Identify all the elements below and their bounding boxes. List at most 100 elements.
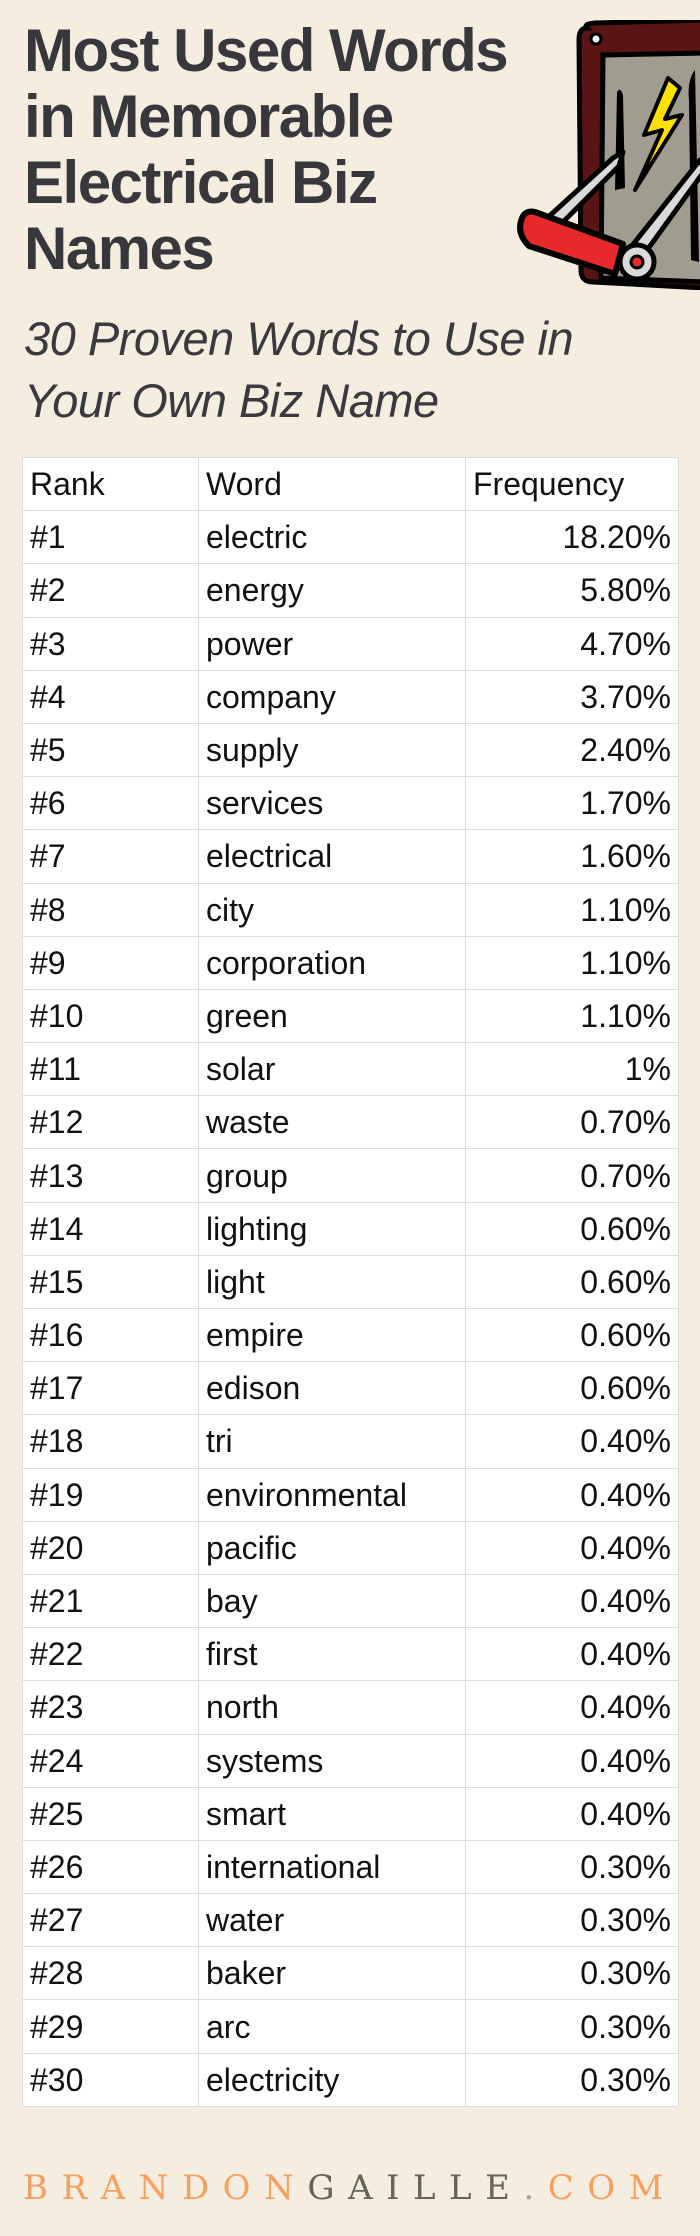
word-cell: first — [198, 1627, 466, 1682]
frequency-cell: 0.40% — [465, 1467, 679, 1522]
rank-cell: #28 — [22, 1946, 199, 2001]
frequency-cell: 0.70% — [465, 1148, 679, 1203]
rank-cell: #22 — [22, 1627, 199, 1682]
rank-cell: #16 — [22, 1307, 199, 1363]
frequency-cell: 0.30% — [465, 1893, 679, 1948]
frequency-cell: 3.70% — [465, 669, 679, 724]
word-cell: supply — [198, 722, 466, 778]
word-cell: pacific — [198, 1520, 466, 1575]
table-row: #19 environmental 0.40% — [22, 1467, 679, 1522]
rank-cell: #29 — [22, 1999, 199, 2054]
rank-cell: #11 — [22, 1042, 199, 1097]
page-subtitle: 30 Proven Words to Use in Your Own Biz N… — [24, 308, 684, 432]
rank-cell: #23 — [22, 1680, 199, 1735]
rank-cell: #17 — [22, 1361, 199, 1416]
word-cell: empire — [198, 1307, 466, 1363]
table-row: #23 north 0.40% — [22, 1680, 679, 1735]
brand-footer: BRANDONGAILLE.COM — [0, 2168, 700, 2208]
rank-cell: #26 — [22, 1839, 199, 1895]
frequency-cell: 0.60% — [465, 1361, 679, 1416]
brand-text-dot: . — [523, 2168, 548, 2208]
word-cell: company — [198, 669, 466, 724]
frequency-cell: 5.80% — [465, 563, 679, 618]
word-cell: bay — [198, 1573, 466, 1629]
frequency-cell: 0.40% — [465, 1520, 679, 1575]
table-body: #1 electric 18.20% #2 energy 5.80% #3 power 4.70… — [22, 510, 679, 2107]
table-row: #1 electric 18.20% — [22, 510, 679, 565]
word-cell: electric — [198, 510, 466, 565]
table-row: #9 corporation 1.10% — [22, 935, 679, 990]
frequency-cell: 0.40% — [465, 1573, 679, 1629]
table-row: #30 electricity 0.30% — [22, 2052, 679, 2107]
word-cell: north — [198, 1680, 466, 1735]
word-cell: corporation — [198, 935, 466, 990]
brand-text-part: GAILLE — [307, 2168, 524, 2208]
word-cell: energy — [198, 563, 466, 618]
word-cell: services — [198, 776, 466, 831]
rank-cell: #27 — [22, 1893, 199, 1948]
rank-cell: #15 — [22, 1254, 199, 1310]
switch-pivot-center — [629, 254, 645, 270]
frame-screw — [589, 32, 603, 46]
column-header-rank: Rank — [22, 456, 199, 512]
word-cell: systems — [198, 1733, 466, 1788]
word-cell: baker — [198, 1946, 466, 2001]
word-cell: smart — [198, 1786, 466, 1841]
table-row: #16 empire 0.60% — [22, 1307, 679, 1363]
table-row: #3 power 4.70% — [22, 616, 679, 671]
word-cell: international — [198, 1839, 466, 1895]
column-header-word: Word — [198, 456, 466, 512]
word-cell: group — [198, 1148, 466, 1203]
table-row: #26 international 0.30% — [22, 1839, 679, 1895]
rank-cell: #25 — [22, 1786, 199, 1841]
word-cell: environmental — [198, 1467, 466, 1522]
frequency-cell: 0.40% — [465, 1680, 679, 1735]
rank-cell: #3 — [22, 616, 199, 671]
rank-cell: #14 — [22, 1201, 199, 1256]
frequency-cell: 1% — [465, 1042, 679, 1097]
frequency-cell: 18.20% — [465, 510, 679, 565]
word-cell: city — [198, 882, 466, 937]
table-row: #10 green 1.10% — [22, 988, 679, 1044]
rank-cell: #5 — [22, 722, 199, 778]
table-row: #11 solar 1% — [22, 1042, 679, 1097]
table-row: #6 services 1.70% — [22, 776, 679, 831]
word-frequency-table: Rank Word Frequency #1 electric 18.20% #2 en… — [22, 456, 679, 2107]
table-row: #22 first 0.40% — [22, 1627, 679, 1682]
table-row: #12 waste 0.70% — [22, 1095, 679, 1150]
frequency-cell: 1.60% — [465, 829, 679, 884]
word-cell: edison — [198, 1361, 466, 1416]
word-cell: electrical — [198, 829, 466, 884]
rank-cell: #13 — [22, 1148, 199, 1203]
frequency-cell: 0.40% — [465, 1786, 679, 1841]
brand-text-part: BRANDON — [23, 2168, 308, 2208]
frequency-cell: 0.30% — [465, 2052, 679, 2107]
rank-cell: #2 — [22, 563, 199, 618]
title-line: Electrical Biz — [24, 149, 378, 216]
frequency-cell: 0.40% — [465, 1414, 679, 1469]
table-row: #15 light 0.60% — [22, 1254, 679, 1310]
table-row: #29 arc 0.30% — [22, 1999, 679, 2054]
word-cell: lighting — [198, 1201, 466, 1256]
rank-cell: #4 — [22, 669, 199, 724]
table-row: #2 energy 5.80% — [22, 563, 679, 618]
table-row: #17 edison 0.60% — [22, 1361, 679, 1416]
frequency-cell: 0.30% — [465, 1946, 679, 2001]
word-cell: arc — [198, 1999, 466, 2054]
frequency-cell: 1.10% — [465, 935, 679, 990]
table-row: #7 electrical 1.60% — [22, 829, 679, 884]
table-row: #24 systems 0.40% — [22, 1733, 679, 1788]
electrical-knife-switch-icon — [517, 20, 700, 290]
rank-cell: #7 — [22, 829, 199, 884]
rank-cell: #19 — [22, 1467, 199, 1522]
frequency-cell: 0.30% — [465, 1999, 679, 2054]
rank-cell: #8 — [22, 882, 199, 937]
table-row: #20 pacific 0.40% — [22, 1520, 679, 1575]
word-cell: waste — [198, 1095, 466, 1150]
table-row: #25 smart 0.40% — [22, 1786, 679, 1841]
table-row: #18 tri 0.40% — [22, 1414, 679, 1469]
word-cell: water — [198, 1893, 466, 1948]
rank-cell: #20 — [22, 1520, 199, 1575]
word-cell: power — [198, 616, 466, 671]
rank-cell: #9 — [22, 935, 199, 990]
